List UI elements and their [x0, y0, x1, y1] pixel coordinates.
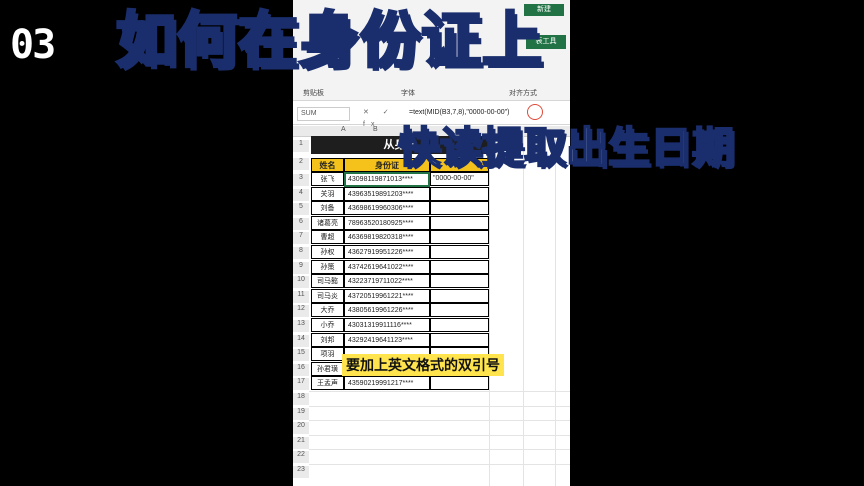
- name-box[interactable]: SUM: [297, 107, 350, 121]
- video-subtitle: 快读提取出生日期: [397, 122, 735, 173]
- cell-birth[interactable]: [430, 230, 489, 245]
- row-number[interactable]: 3: [293, 174, 309, 186]
- row-number[interactable]: 15: [293, 349, 309, 362]
- cell-id[interactable]: 43627919951226****: [344, 245, 430, 259]
- cell-name[interactable]: 刘备: [311, 201, 344, 216]
- cell-name[interactable]: 小乔: [311, 318, 344, 332]
- cell-birth[interactable]: [430, 288, 489, 303]
- cell-birth[interactable]: [430, 376, 489, 391]
- row-number[interactable]: 13: [293, 320, 309, 332]
- cell-name[interactable]: 大乔: [311, 303, 344, 318]
- row-number[interactable]: 6: [293, 217, 309, 230]
- row-number[interactable]: 10: [293, 276, 309, 289]
- cell-birth[interactable]: [430, 332, 489, 347]
- cell-name[interactable]: 诸葛亮: [311, 215, 344, 230]
- cell-birth[interactable]: [430, 186, 489, 201]
- column-a[interactable]: A: [341, 126, 346, 133]
- row-number[interactable]: 2: [293, 158, 309, 170]
- cell-birth[interactable]: [430, 274, 489, 289]
- cell-id[interactable]: 43590219991217****: [344, 376, 430, 391]
- formula-buttons[interactable]: ✕ ✓ fx: [363, 107, 403, 128]
- gridline: [523, 136, 524, 486]
- gridline: [489, 136, 490, 486]
- gridline: [309, 391, 570, 392]
- column-b[interactable]: B: [373, 126, 378, 133]
- cell-birth[interactable]: [430, 201, 489, 216]
- video-title: 如何在身份证上: [115, 5, 544, 78]
- cell-name[interactable]: 曹超: [311, 230, 344, 245]
- row-number[interactable]: 23: [293, 466, 309, 478]
- gridline: [309, 449, 570, 451]
- row-number[interactable]: 22: [293, 451, 309, 464]
- cursor-icon: [527, 104, 543, 120]
- row-number[interactable]: 5: [293, 203, 309, 216]
- row-number[interactable]: 14: [293, 334, 309, 347]
- header-name[interactable]: 姓名: [311, 158, 344, 172]
- row-number[interactable]: 19: [293, 407, 309, 420]
- cell-id[interactable]: 43292419641123****: [344, 332, 430, 347]
- formula-input[interactable]: =text(MID(B3,7,8),"0000-00-00"): [409, 107, 510, 119]
- cell-id[interactable]: 43720519961221****: [344, 288, 430, 303]
- gridline: [309, 405, 570, 407]
- cell-name[interactable]: 孙策: [311, 259, 344, 274]
- row-number[interactable]: 21: [293, 436, 309, 449]
- row-number[interactable]: 11: [293, 290, 309, 303]
- cell-editing-text: "0000-00-00": [433, 175, 474, 182]
- cell-name[interactable]: 关羽: [311, 186, 344, 201]
- gridline: [309, 420, 570, 422]
- group-font-label: 字体: [401, 90, 415, 97]
- group-align-label: 对齐方式: [509, 90, 537, 97]
- ribbon-group-labels: 剪贴板 字体 对齐方式: [293, 84, 570, 101]
- cell-birth[interactable]: [430, 318, 489, 332]
- cell-name[interactable]: 刘邦: [311, 332, 344, 347]
- row-number[interactable]: 4: [293, 188, 309, 201]
- gridline: [555, 136, 556, 486]
- row-number[interactable]: 12: [293, 305, 309, 318]
- sheet-grid: 从身份 姓名 身份证 1 2 3 张飞 43098119871013**** 4 关羽 439…: [293, 136, 570, 486]
- cell-id[interactable]: 46369819820318****: [344, 230, 430, 245]
- group-clipboard-label: 剪贴板: [303, 90, 324, 97]
- cell-id[interactable]: 78963520180925****: [344, 215, 430, 230]
- row-number[interactable]: 7: [293, 232, 309, 245]
- row-number[interactable]: 9: [293, 261, 309, 274]
- cell-name[interactable]: 张飞: [311, 172, 344, 186]
- cell-name[interactable]: 司马炎: [311, 288, 344, 303]
- row-number[interactable]: 17: [293, 378, 309, 391]
- row-number[interactable]: 8: [293, 247, 309, 259]
- cell-name[interactable]: 王孟声: [311, 376, 344, 391]
- video-frame: 新建 表工具 剪贴板 字体 对齐方式 SUM ✕ ✓ fx =text(MID(…: [0, 0, 864, 486]
- cell-birth[interactable]: [430, 303, 489, 318]
- cell-name[interactable]: 孙君璜: [311, 361, 344, 376]
- episode-number: 03: [10, 22, 56, 68]
- row-number[interactable]: 1: [293, 140, 309, 152]
- cell-birth[interactable]: [430, 259, 489, 274]
- cell-name[interactable]: 司马懿: [311, 274, 344, 289]
- cell-id[interactable]: 43223719711022****: [344, 274, 430, 289]
- row-number[interactable]: 18: [293, 393, 309, 405]
- cell-birth[interactable]: [430, 245, 489, 259]
- cell-id[interactable]: 43031319911116****: [344, 318, 430, 332]
- cell-id[interactable]: 43742619641022****: [344, 259, 430, 274]
- cell-id[interactable]: 43805619961226****: [344, 303, 430, 318]
- caption: 要加上英文格式的双引号: [342, 354, 504, 376]
- row-number[interactable]: 20: [293, 422, 309, 435]
- row-number[interactable]: 16: [293, 363, 309, 376]
- gridline: [309, 434, 570, 436]
- cell-birth[interactable]: [430, 215, 489, 230]
- cell-name[interactable]: 孙权: [311, 245, 344, 259]
- cell-id[interactable]: 43963519891203****: [344, 186, 430, 201]
- cell-id[interactable]: 43698619960306****: [344, 201, 430, 216]
- gridline: [309, 464, 570, 465]
- cell-name[interactable]: 项羽: [311, 347, 344, 362]
